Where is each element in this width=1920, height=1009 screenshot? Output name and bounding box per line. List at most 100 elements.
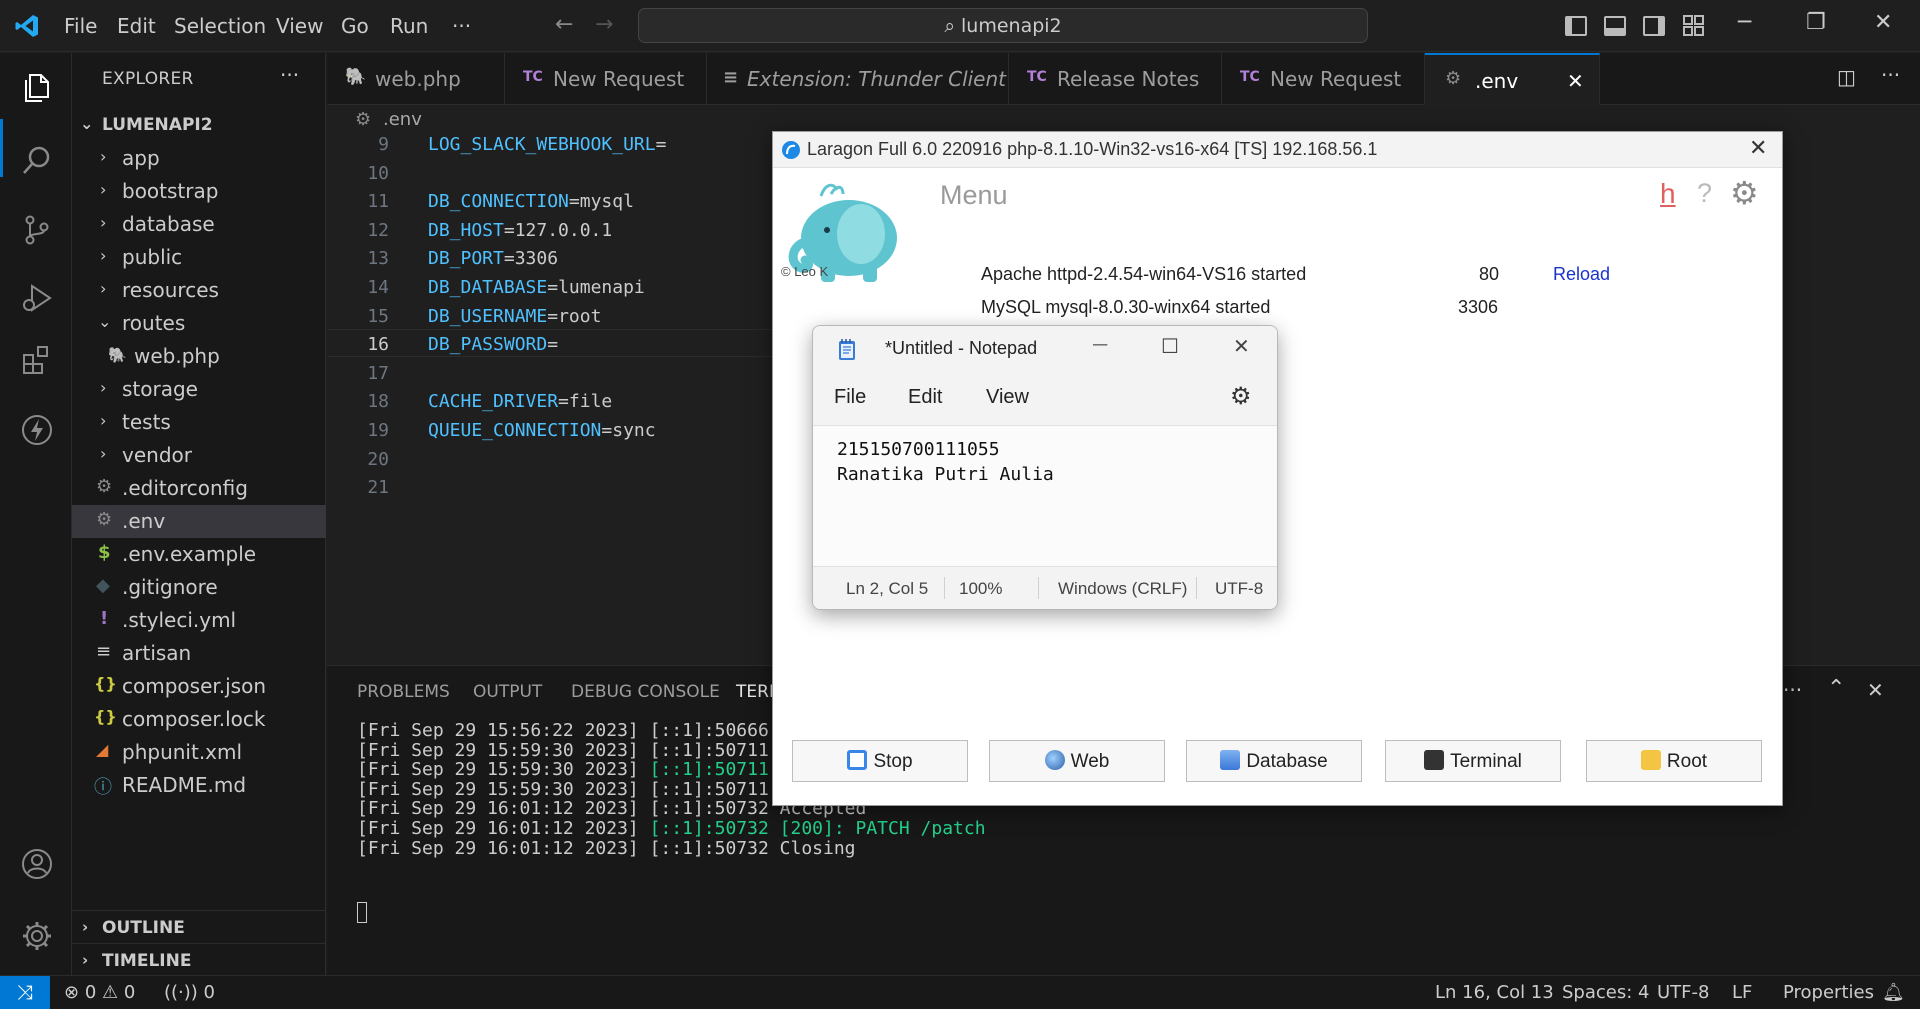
panel-more-actions[interactable]: ··· [1783,678,1802,702]
account-icon[interactable] [20,847,54,881]
notifications-bell-icon[interactable]: 🔔︎ [1882,982,1905,1003]
apache-reload-link[interactable]: Reload [1553,264,1610,285]
tree-folder-resources[interactable]: › resources [72,274,326,307]
tree-folder-storage[interactable]: › storage [72,373,326,406]
tree-folder-routes[interactable]: ⌄ routes [72,307,326,340]
menu-file[interactable]: File [64,14,97,38]
command-center-search[interactable]: ⌕ lumenapi2 [638,8,1368,43]
explorer-files-icon[interactable] [20,71,54,105]
close-panel-icon[interactable]: ✕ [1867,678,1884,702]
tree-file-env[interactable]: ⚙ .env [72,505,326,538]
tree-file-phpunit[interactable]: ◢ phpunit.xml [72,736,326,769]
tree-folder-database[interactable]: › database [72,208,326,241]
extensions-icon[interactable] [20,343,54,377]
panel-tab-problems[interactable]: PROBLEMS [357,682,450,702]
tab-new-request-1[interactable]: TC New Request [505,53,707,105]
notepad-text-area[interactable]: 215150700111055 Ranatika Putri Aulia [813,427,1277,566]
panel-tab-debug-console[interactable]: DEBUG CONSOLE [571,682,720,702]
customize-layout-icon[interactable] [1683,15,1705,37]
tab-web-php[interactable]: 🐘 web.php [327,53,505,105]
notepad-menu-view[interactable]: View [986,386,1029,409]
run-debug-icon[interactable] [20,281,54,315]
notepad-menu-file[interactable]: File [834,386,866,409]
close-icon[interactable]: ✕ [1233,334,1250,359]
gear-icon[interactable]: ⚙ [1230,382,1252,411]
settings-gear-icon[interactable] [20,919,54,953]
tree-file-styleci[interactable]: ! .styleci.yml [72,604,326,637]
menu-more[interactable]: ··· [452,14,471,38]
toggle-secondary-sidebar-icon[interactable] [1643,16,1665,36]
ports-status[interactable]: ((·)) 0 [164,982,215,1003]
menu-edit[interactable]: Edit [117,14,156,38]
breadcrumb-file[interactable]: .env [383,109,422,130]
tree-folder-vendor[interactable]: › vendor [72,439,326,472]
web-button[interactable]: Web [989,740,1165,782]
menu-run[interactable]: Run [390,14,428,38]
tree-file-readme[interactable]: ⓘ README.md [72,769,326,802]
back-arrow-icon[interactable]: ← [555,12,573,37]
restore-icon[interactable]: ❐ [1806,10,1826,35]
remote-indicator-icon[interactable]: ⤨ [0,976,50,1009]
laragon-menu[interactable]: Menu [940,180,1008,211]
split-editor-icon[interactable]: ◫ [1837,65,1856,89]
tree-file-editorconfig[interactable]: ⚙ .editorconfig [72,472,326,505]
cursor-position[interactable]: Ln 16, Col 13 [1435,982,1554,1003]
outline-section[interactable]: › OUTLINE [72,910,326,943]
help-icon[interactable]: ? [1697,178,1712,209]
menu-view[interactable]: View [276,14,323,38]
notepad-title: *Untitled - Notepad [885,338,1038,358]
tab-release-notes[interactable]: TC Release Notes [1009,53,1222,105]
gear-icon[interactable]: ⚙ [1730,174,1759,212]
tree-folder-public[interactable]: › public [72,241,326,274]
file-encoding[interactable]: UTF-8 [1657,982,1709,1003]
minimize-icon[interactable]: ─ [1738,10,1751,35]
laragon-close-icon[interactable]: ✕ [1749,136,1767,161]
tab-extension-thunder-client[interactable]: ≡ Extension: Thunder Client [707,53,1009,105]
indentation[interactable]: Spaces: 4 [1562,982,1649,1003]
tab-new-request-2[interactable]: TC New Request [1222,53,1425,105]
timeline-label: TIMELINE [102,951,192,971]
thunder-client-icon[interactable] [20,413,54,447]
tree-file-gitignore[interactable]: ◆ .gitignore [72,571,326,604]
explorer-more-actions[interactable]: ··· [280,63,299,87]
database-button[interactable]: Database [1186,740,1362,782]
tree-file-web-php[interactable]: 🐘 web.php [72,340,326,373]
tree-file-artisan[interactable]: ≡ artisan [72,637,326,670]
terminal-button[interactable]: Terminal [1385,740,1561,782]
tree-folder-app[interactable]: › app [72,142,326,175]
editor-more-actions[interactable]: ··· [1881,63,1900,87]
panel-tab-output[interactable]: OUTPUT [473,682,542,702]
timeline-section[interactable]: › TIMELINE [72,943,326,976]
close-window-icon[interactable]: ✕ [1874,10,1892,35]
maximize-icon[interactable]: ☐ [1161,334,1179,359]
close-tab-icon[interactable]: ✕ [1567,69,1584,93]
menu-selection[interactable]: Selection [174,14,266,38]
search-icon[interactable] [20,143,54,177]
workspace-root[interactable]: ⌄ LUMENAPI2 [72,109,326,142]
language-mode[interactable]: Properties [1783,982,1874,1003]
code-editor[interactable]: 9 LOG_SLACK_WEBHOOK_URL= 10 11 DB_CONNECTION… [327,134,777,664]
h-icon[interactable]: h [1660,178,1676,210]
menu-go[interactable]: Go [341,14,369,38]
root-button[interactable]: Root [1586,740,1762,782]
forward-arrow-icon[interactable]: → [595,12,613,37]
tree-file-env-example[interactable]: $ .env.example [72,538,326,571]
tree-folder-tests[interactable]: › tests [72,406,326,439]
tree-file-composer-json[interactable]: {} composer.json [72,670,326,703]
notepad-line-2: Ranatika Putri Aulia [837,464,1054,485]
terminal-text: [Fri Sep 29 16:01:12 2023] [357,818,650,839]
tree-file-composer-lock[interactable]: {} composer.lock [72,703,326,736]
toggle-primary-sidebar-icon[interactable] [1565,16,1587,36]
notepad-menu-edit[interactable]: Edit [908,386,942,409]
code-line: CACHE_DRIVER=file [428,391,612,412]
minimize-icon[interactable]: ─ [1093,334,1107,357]
tree-folder-bootstrap[interactable]: › bootstrap [72,175,326,208]
problems-status[interactable]: ⊗ 0 ⚠ 0 [64,982,135,1003]
tab-env[interactable]: ⚙ .env ✕ [1425,53,1600,105]
outline-label: OUTLINE [102,918,185,938]
stop-button[interactable]: Stop [792,740,968,782]
end-of-line[interactable]: LF [1732,982,1752,1003]
source-control-icon[interactable] [20,213,54,247]
toggle-panel-icon[interactable] [1604,16,1626,36]
maximize-panel-icon[interactable]: ⌃ [1827,676,1845,701]
